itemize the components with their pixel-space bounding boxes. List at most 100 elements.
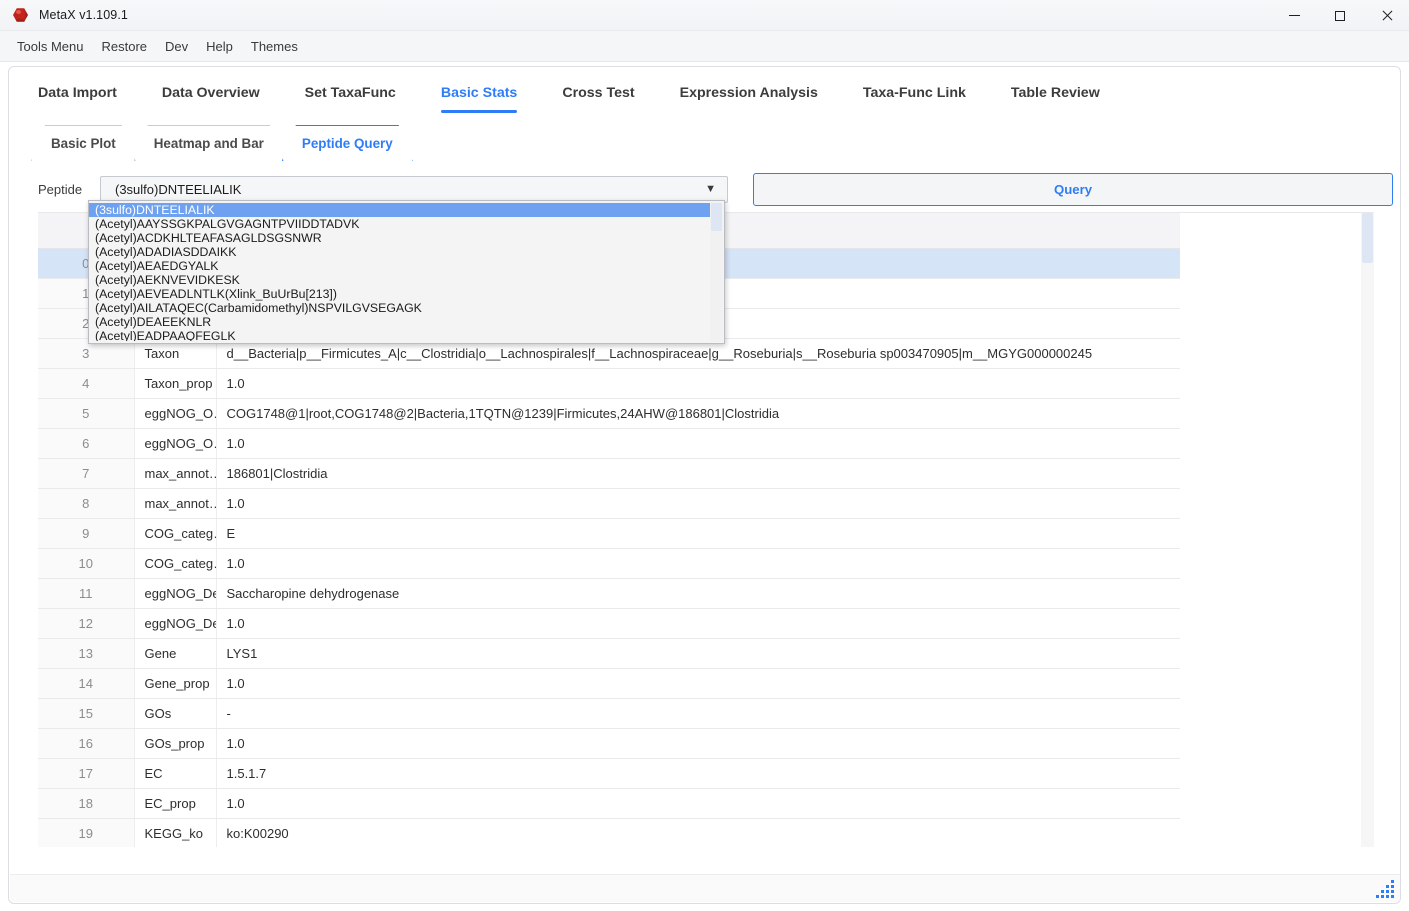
table-row[interactable]: 11eggNOG_De…Saccharopine dehydrogenase xyxy=(38,578,1358,609)
row-key-cell[interactable]: max_annot… xyxy=(134,488,217,519)
app-hexagon-icon xyxy=(13,7,29,23)
table-row[interactable]: 12eggNOG_De…1.0 xyxy=(38,608,1358,639)
row-value-cell[interactable]: 1.0 xyxy=(216,728,1358,759)
row-index-cell: 14 xyxy=(38,668,135,699)
subtab-basic-plot[interactable]: Basic Plot xyxy=(31,125,136,161)
tab-expression-analysis[interactable]: Expression Analysis xyxy=(680,79,818,113)
row-index-cell: 6 xyxy=(38,428,135,459)
row-value-cell[interactable]: COG1748@1|root,COG1748@2|Bacteria,1TQTN@… xyxy=(216,398,1358,429)
row-value-cell[interactable]: 1.5.1.7 xyxy=(216,758,1358,789)
tab-table-review[interactable]: Table Review xyxy=(1011,79,1100,113)
table-row[interactable]: 16 GOs_prop 1.0 xyxy=(38,728,1358,759)
tab-basic-stats[interactable]: Basic Stats xyxy=(440,79,517,113)
row-key-cell[interactable]: EC_prop xyxy=(134,788,217,819)
dropdown-option[interactable]: (Acetyl)AEKNVEVIDKESK xyxy=(89,273,710,287)
subtab-label: Heatmap and Bar xyxy=(153,135,264,151)
tab-data-overview[interactable]: Data Overview xyxy=(162,79,260,113)
table-row[interactable]: 7 max_annot… 186801|Clostridia xyxy=(38,458,1358,489)
dropdown-option[interactable]: (Acetyl)AILATAQEC(Carbamidomethyl)NSPVIL… xyxy=(89,301,710,315)
table-row[interactable]: 10COG_categ…1.0 xyxy=(38,548,1358,579)
tab-set-taxafunc[interactable]: Set TaxaFunc xyxy=(305,79,396,113)
row-key-cell[interactable]: Taxon_prop xyxy=(134,368,217,399)
dropdown-option[interactable]: (Acetyl)ADADIASDDAIKK xyxy=(89,245,710,259)
dropdown-option[interactable]: (Acetyl)AEAEDGYALK xyxy=(89,259,710,273)
row-value-cell[interactable]: 1.0 xyxy=(216,668,1358,699)
table-row[interactable]: 9COG_categ…E xyxy=(38,518,1358,549)
dropdown-option[interactable]: (Acetyl)AEVEADLNTLK(Xlink_BuUrBu[213]) xyxy=(89,287,710,301)
row-value-cell[interactable]: 1.0 xyxy=(216,368,1358,399)
subtab-peptide-query[interactable]: Peptide Query xyxy=(282,125,413,161)
table-row[interactable]: 6eggNOG_O…1.0 xyxy=(38,428,1358,459)
table-vertical-scrollbar[interactable] xyxy=(1361,213,1374,847)
table-row[interactable]: 4 Taxon_prop 1.0 xyxy=(38,368,1358,399)
row-key-cell[interactable]: Gene_prop xyxy=(134,668,217,699)
row-value-cell[interactable]: E xyxy=(216,518,1358,549)
close-icon xyxy=(1381,10,1392,21)
row-key-cell[interactable]: EC xyxy=(134,758,217,789)
table-row[interactable]: 13 Gene LYS1 xyxy=(38,638,1358,669)
menu-item-themes[interactable]: Themes xyxy=(242,35,307,58)
row-key-cell[interactable]: COG_categ… xyxy=(134,548,217,579)
row-value-cell[interactable]: ko:K00290 xyxy=(216,818,1358,847)
row-key-cell[interactable]: GOs_prop xyxy=(134,728,217,759)
row-key-cell[interactable]: COG_categ… xyxy=(134,518,217,549)
row-value-cell[interactable]: - xyxy=(216,698,1358,729)
dropdown-option[interactable]: (Acetyl)ACDKHLTEAFASAGLDSGSNWR xyxy=(89,231,710,245)
row-index-cell: 9 xyxy=(38,518,135,549)
row-value-cell[interactable]: LYS1 xyxy=(216,638,1358,669)
minimize-button[interactable] xyxy=(1271,0,1317,31)
dropdown-option[interactable]: (Acetyl)EADPAAQFEGLK xyxy=(89,329,710,341)
row-value-cell[interactable]: 1.0 xyxy=(216,608,1358,639)
peptide-dropdown-popup[interactable]: (3sulfo)DNTEELIALIK (Acetyl)AAYSSGKPALGVG… xyxy=(88,200,725,344)
row-value-cell[interactable]: Saccharopine dehydrogenase xyxy=(216,578,1358,609)
tab-taxa-func-link[interactable]: Taxa-Func Link xyxy=(863,79,966,113)
subtab-heatmap-and-bar[interactable]: Heatmap and Bar xyxy=(134,125,284,161)
row-key-cell[interactable]: eggNOG_O… xyxy=(134,398,217,429)
tab-cross-test[interactable]: Cross Test xyxy=(562,79,634,113)
row-value-cell[interactable]: 1.0 xyxy=(216,488,1358,519)
dropdown-scrollbar[interactable] xyxy=(710,202,723,342)
row-index-cell: 5 xyxy=(38,398,135,429)
query-button[interactable]: Query xyxy=(753,172,1393,206)
tab-data-import[interactable]: Data Import xyxy=(38,79,117,113)
row-key-cell[interactable]: eggNOG_De… xyxy=(134,578,217,609)
scrollbar-thumb[interactable] xyxy=(1362,213,1373,263)
table-row[interactable]: 17 EC 1.5.1.7 xyxy=(38,758,1358,789)
row-value-cell[interactable]: 1.0 xyxy=(216,788,1358,819)
peptide-dropdown-list: (3sulfo)DNTEELIALIK (Acetyl)AAYSSGKPALGVG… xyxy=(89,203,710,341)
peptide-selected-value: (3sulfo)DNTEELIALIK xyxy=(115,181,242,197)
row-value-cell[interactable]: 1.0 xyxy=(216,428,1358,459)
table-row[interactable]: 5eggNOG_O…COG1748@1|root,COG1748@2|Bacte… xyxy=(38,398,1358,429)
table-row[interactable]: 19 KEGG_ko ko:K00290 xyxy=(38,818,1358,847)
peptide-combobox[interactable]: (3sulfo)DNTEELIALIK ▼ xyxy=(100,175,728,203)
row-index-cell: 10 xyxy=(38,548,135,579)
row-index-cell: 4 xyxy=(38,368,135,399)
subtab-label: Basic Plot xyxy=(51,135,116,151)
dropdown-option[interactable]: (Acetyl)DEAEEKNLR xyxy=(89,315,710,329)
close-button[interactable] xyxy=(1363,0,1409,31)
table-row[interactable]: 18 EC_prop 1.0 xyxy=(38,788,1358,819)
row-key-cell[interactable]: GOs xyxy=(134,698,217,729)
maximize-button[interactable] xyxy=(1317,0,1363,31)
table-row[interactable]: 14 Gene_prop 1.0 xyxy=(38,668,1358,699)
menu-item-restore[interactable]: Restore xyxy=(92,35,156,58)
dropdown-option[interactable]: (3sulfo)DNTEELIALIK xyxy=(89,203,710,217)
table-row[interactable]: 8 max_annot… 1.0 xyxy=(38,488,1358,519)
maximize-icon xyxy=(1335,10,1345,21)
row-value-cell[interactable]: 186801|Clostridia xyxy=(216,458,1358,489)
row-value-cell[interactable]: 1.0 xyxy=(216,548,1358,579)
status-bar xyxy=(10,874,1400,902)
menu-item-help[interactable]: Help xyxy=(197,35,242,58)
minimize-icon xyxy=(1288,15,1300,16)
row-key-cell[interactable]: max_annot… xyxy=(134,458,217,489)
row-key-cell[interactable]: Gene xyxy=(134,638,217,669)
dropdown-option[interactable]: (Acetyl)AAYSSGKPALGVGAGNTPVIIDDTADVK xyxy=(89,217,710,231)
dropdown-scrollbar-thumb[interactable] xyxy=(711,203,722,231)
row-key-cell[interactable]: KEGG_ko xyxy=(134,818,217,847)
menu-item-tools-menu[interactable]: Tools Menu xyxy=(8,35,92,58)
resize-grip-icon[interactable] xyxy=(1375,878,1395,898)
menu-item-dev[interactable]: Dev xyxy=(156,35,197,58)
row-key-cell[interactable]: eggNOG_De… xyxy=(134,608,217,639)
row-key-cell[interactable]: eggNOG_O… xyxy=(134,428,217,459)
table-row[interactable]: 15 GOs - xyxy=(38,698,1358,729)
